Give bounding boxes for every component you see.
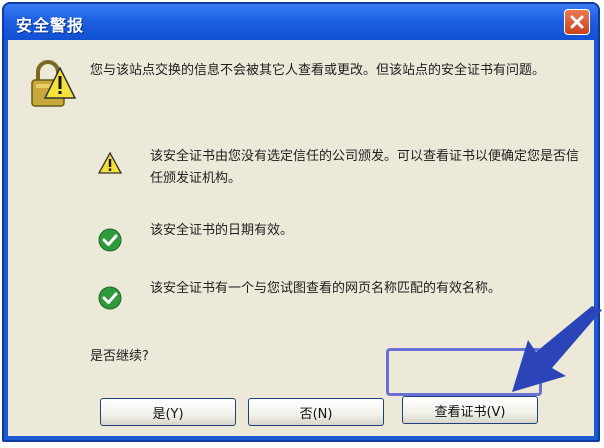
window-title: 安全警报 bbox=[16, 16, 85, 35]
check-icon bbox=[98, 286, 122, 310]
title-bar[interactable]: 安全警报 bbox=[4, 4, 598, 40]
item-cert-date-text: 该安全证书的日期有效。 bbox=[150, 223, 294, 238]
close-icon bbox=[570, 15, 584, 29]
intro-message: 您与该站点交换的信息不会被其它人查看或更改。但该站点的安全证书有问题。 bbox=[90, 63, 546, 78]
close-button[interactable] bbox=[564, 9, 590, 35]
warning-icon bbox=[98, 152, 122, 174]
check-icon bbox=[98, 228, 122, 252]
yes-button[interactable]: 是(Y) bbox=[100, 398, 236, 426]
no-button[interactable]: 否(N) bbox=[248, 398, 384, 426]
security-lock-warning-icon bbox=[31, 60, 76, 107]
item-cert-name-text: 该安全证书有一个与您试图查看的网页名称匹配的有效名称。 bbox=[150, 281, 502, 296]
pointer-arrow-icon bbox=[512, 306, 602, 392]
item-cert-issuer-text: 该安全证书由您没有选定信任的公司颁发。可以查看证书以便确定您是否信任颁发证机构。 bbox=[150, 149, 580, 186]
continue-prompt: 是否继续? bbox=[90, 349, 149, 364]
view-certificate-button[interactable]: 查看证书(V) bbox=[402, 396, 538, 424]
